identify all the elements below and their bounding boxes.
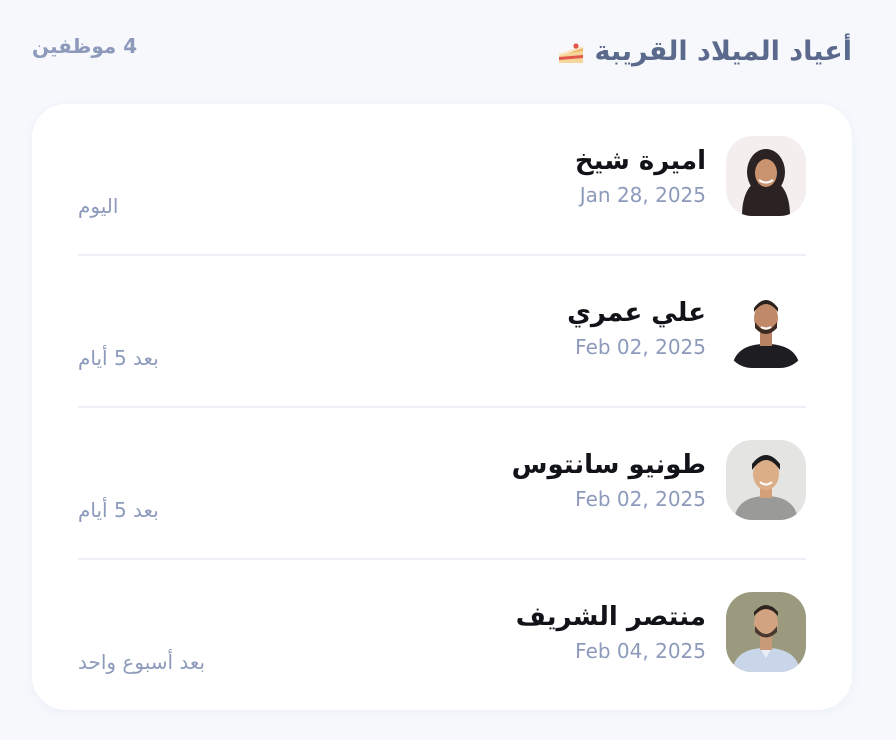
birthday-row[interactable]: علي عمري Feb 02, 2025 بعد 5 أيام — [78, 256, 806, 408]
employee-count: 4 موظفين — [32, 34, 138, 58]
relative-time: بعد أسبوع واحد — [78, 650, 206, 674]
cake-icon — [556, 37, 586, 67]
birthday-row[interactable]: اميرة شيخ Jan 28, 2025 اليوم — [78, 104, 806, 256]
widget-title: أعياد الميلاد القريبة — [594, 36, 852, 67]
birthday-date: Feb 02, 2025 — [575, 487, 706, 511]
birthday-row[interactable]: طونيو سانتوس Feb 02, 2025 بعد 5 أيام — [78, 408, 806, 560]
person-name: اميرة شيخ — [574, 146, 706, 176]
person-name: طونيو سانتوس — [511, 450, 706, 480]
birthday-date: Jan 28, 2025 — [579, 183, 706, 207]
person-info: اميرة شيخ Jan 28, 2025 — [575, 144, 706, 208]
birthday-date: Feb 04, 2025 — [575, 639, 706, 663]
person-name: علي عمري — [567, 298, 706, 328]
birthday-row[interactable]: منتصر الشريف Feb 04, 2025 بعد أسبوع واحد — [78, 560, 806, 712]
widget-header: أعياد الميلاد القريبة 4 موظفين — [32, 30, 852, 80]
title-group: أعياد الميلاد القريبة — [556, 36, 852, 67]
person-info: علي عمري Feb 02, 2025 — [567, 296, 706, 360]
avatar — [726, 440, 806, 520]
avatar — [726, 288, 806, 368]
avatar — [726, 592, 806, 672]
avatar — [726, 136, 806, 216]
upcoming-birthdays-page: أعياد الميلاد القريبة 4 موظفين اميرة شيخ… — [0, 0, 896, 740]
birthday-date: Feb 02, 2025 — [575, 335, 706, 359]
person-info: منتصر الشريف Feb 04, 2025 — [516, 600, 706, 664]
relative-time: بعد 5 أيام — [78, 346, 159, 370]
relative-time: اليوم — [78, 194, 119, 218]
person-info: طونيو سانتوس Feb 02, 2025 — [512, 448, 706, 512]
relative-time: بعد 5 أيام — [78, 498, 159, 522]
birthdays-card: اميرة شيخ Jan 28, 2025 اليوم علي عمري Fe… — [32, 104, 852, 710]
person-name: منتصر الشريف — [515, 602, 706, 632]
